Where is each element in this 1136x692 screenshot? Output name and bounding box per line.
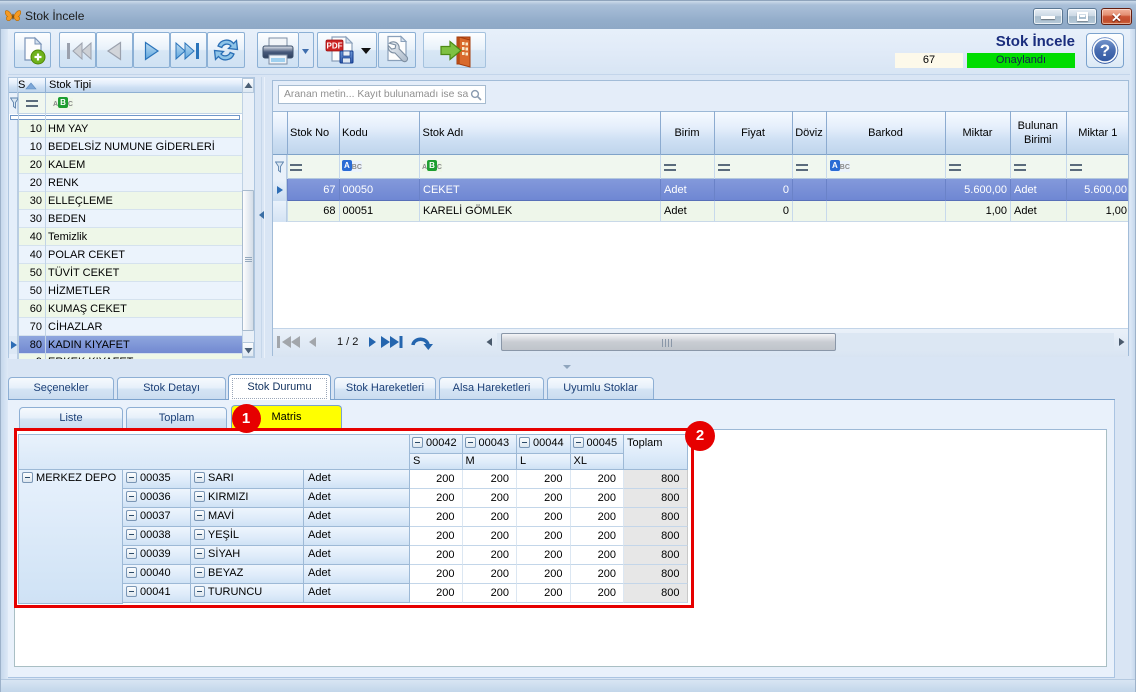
svg-text:?: ? [1100,41,1110,60]
svg-text:PDF: PDF [327,42,343,51]
